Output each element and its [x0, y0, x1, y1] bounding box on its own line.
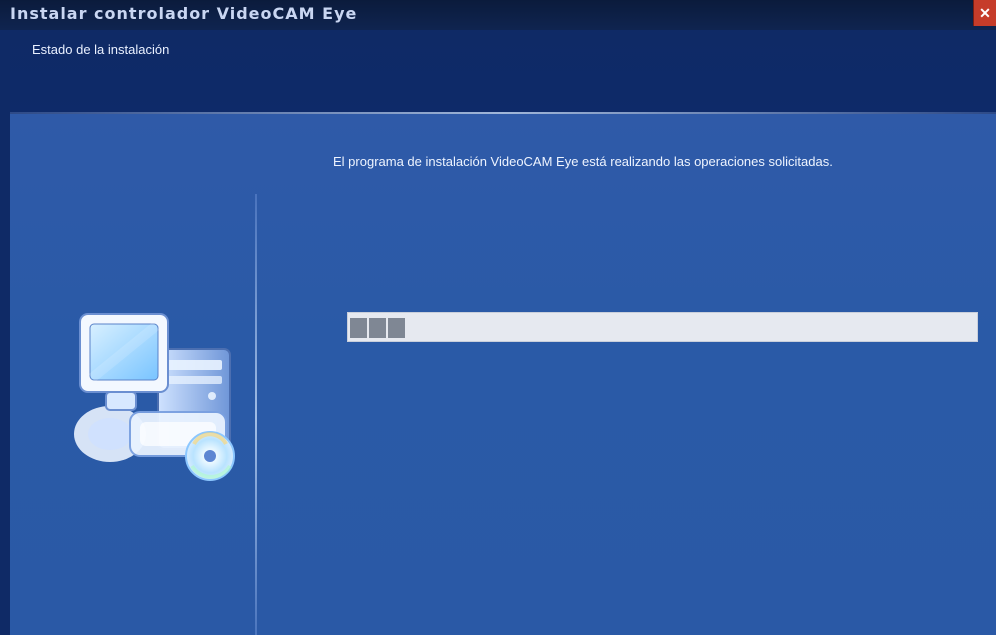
progress-chunks — [350, 318, 405, 338]
header-panel: Estado de la instalación — [10, 30, 996, 114]
computer-setup-icon — [74, 313, 235, 481]
window-title: Instalar controlador VideoCAM Eye — [10, 4, 358, 23]
progress-chunk — [350, 318, 367, 338]
installer-window: Instalar controlador VideoCAM Eye ✕ Esta… — [0, 0, 996, 635]
close-icon: ✕ — [979, 4, 991, 21]
content-area: El programa de instalación VideoCAM Eye … — [10, 114, 996, 635]
status-text: El programa de instalación VideoCAM Eye … — [333, 154, 833, 169]
title-bar[interactable]: Instalar controlador VideoCAM Eye ✕ — [0, 0, 996, 30]
installation-progress-bar — [347, 312, 978, 342]
page-title: Estado de la instalación — [32, 42, 170, 57]
progress-chunk — [388, 318, 405, 338]
progress-chunk — [369, 318, 386, 338]
close-button[interactable]: ✕ — [973, 0, 996, 26]
